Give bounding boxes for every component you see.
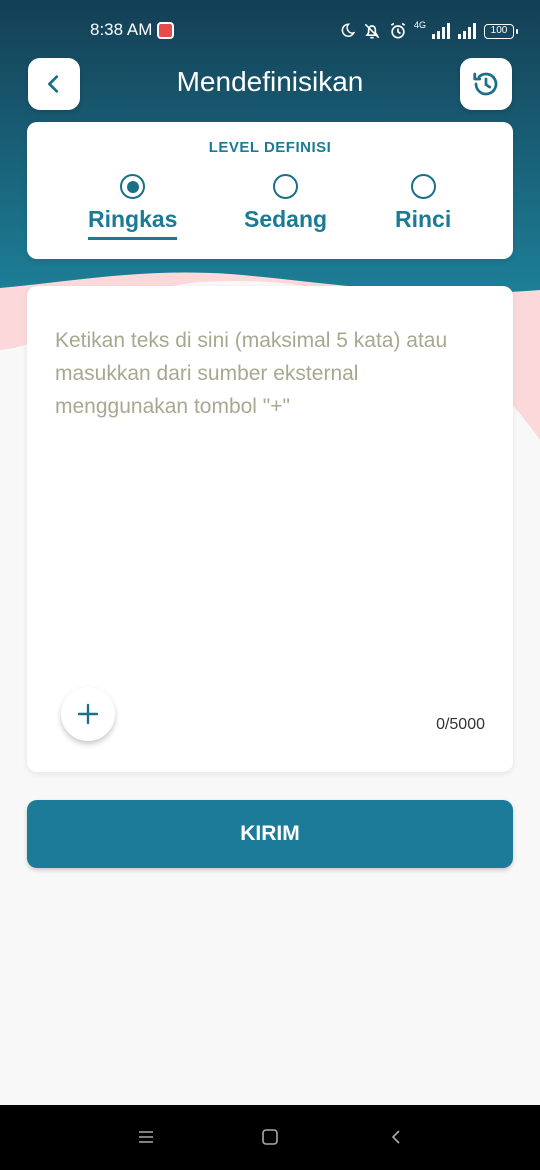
menu-icon [139,1131,153,1143]
add-source-button[interactable] [61,687,115,741]
app-notification-icon [157,22,174,39]
level-label-sedang: Sedang [244,206,328,232]
back-nav-button[interactable] [386,1127,406,1147]
level-option-ringkas[interactable]: Ringkas [88,174,178,240]
moon-icon [341,23,356,37]
level-card: LEVEL DEFINISI Ringkas Sedang Rinci [27,122,513,259]
home-nav-button[interactable] [260,1127,280,1147]
input-card: 0/5000 [27,286,513,772]
history-button[interactable] [460,58,512,110]
radio-selected[interactable] [120,174,146,199]
level-label-rinci: Rinci [395,206,452,232]
level-option-sedang[interactable]: Sedang [244,174,327,237]
status-bar: 8:38 AM 4G 100 [0,0,540,62]
mute-bell-icon [364,23,380,39]
level-title: LEVEL DEFINISI [208,139,332,156]
home-square-icon [262,1129,278,1145]
page-title: Mendefinisikan [176,66,364,97]
radio-unselected[interactable] [273,174,299,199]
back-triangle-icon [392,1130,400,1144]
status-icons: 4G 100 [338,19,518,42]
radio-unselected[interactable] [410,174,436,199]
level-option-rinci[interactable]: Rinci [395,174,451,237]
text-input[interactable] [55,324,495,684]
radio-dot [126,180,139,193]
signal-icon [432,23,450,39]
network-type-label: 4G [413,19,426,30]
menu-nav-button[interactable] [136,1127,156,1147]
submit-button[interactable]: KIRIM [27,800,513,868]
alarm-icon [390,22,406,39]
status-time: 8:38 AM [90,20,153,39]
char-counter: 0/5000 [436,716,485,733]
signal-icon-2 [458,23,476,39]
history-icon [473,72,498,96]
system-nav-bar [0,1105,540,1170]
plus-icon [77,703,99,725]
level-label-ringkas: Ringkas [88,206,178,240]
battery-icon: 100 [484,23,518,39]
